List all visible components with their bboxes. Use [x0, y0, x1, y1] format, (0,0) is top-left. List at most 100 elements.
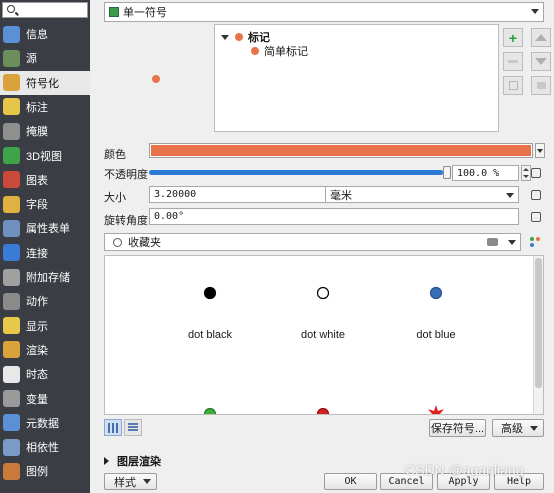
move-up-button[interactable]	[531, 28, 551, 47]
cube-3d-icon	[3, 147, 20, 164]
chevron-down-icon	[506, 193, 514, 198]
symbol-name: dot white	[300, 329, 346, 341]
sidebar-item-label: 图表	[26, 174, 48, 187]
sidebar-item-label: 图例	[26, 466, 48, 479]
sidebar-item-label: 渲染	[26, 344, 48, 357]
sidebar: 信息源符号化 标注掩膜 3D视图图表字段 属性表单 连接附加存储动作显示渲染时态变量元数…	[0, 0, 90, 493]
symbol-thumbnail[interactable]	[426, 283, 446, 303]
sidebar-item[interactable]: 动作	[0, 289, 90, 313]
sidebar-item[interactable]: 字段	[0, 192, 90, 216]
ok-button[interactable]: OK	[324, 473, 377, 490]
sidebar-item[interactable]: 相依性	[0, 435, 90, 459]
symbol-thumbnail[interactable]	[313, 404, 333, 415]
move-down-button[interactable]	[531, 52, 551, 71]
tree-child-item[interactable]: 简单标记	[251, 43, 308, 59]
style-manager-button[interactable]	[527, 234, 543, 250]
symbol-grid-scrollbar[interactable]	[533, 256, 543, 414]
sidebar-item[interactable]: 属性表单	[0, 216, 90, 240]
layer-rendering-label: 图层渲染	[117, 456, 161, 468]
sidebar-item[interactable]: 标注	[0, 95, 90, 119]
label-abc-icon	[3, 98, 20, 116]
data-defined-override-rotation[interactable]	[527, 209, 543, 225]
metadata-icon	[3, 414, 20, 432]
minus-icon	[508, 60, 518, 63]
remove-symbol-layer-button[interactable]	[503, 52, 523, 71]
source-icon	[3, 49, 20, 67]
sidebar-item[interactable]: 时态	[0, 362, 90, 386]
dependencies-icon	[3, 438, 20, 456]
fields-icon	[3, 195, 20, 213]
renderer-type-combo[interactable]: 单一符号	[104, 2, 544, 22]
sidebar-item[interactable]: 附加存储	[0, 265, 90, 289]
variable-icon	[3, 390, 20, 407]
sidebar-item[interactable]: 源	[0, 46, 90, 70]
sidebar-item[interactable]: 连接	[0, 241, 90, 265]
sidebar-item[interactable]: 掩膜	[0, 119, 90, 143]
style-button[interactable]: 样式	[104, 473, 157, 490]
sidebar-item[interactable]: 变量	[0, 387, 90, 411]
sidebar-item[interactable]: 图例	[0, 459, 90, 483]
sidebar-search-input[interactable]	[2, 2, 88, 18]
dot-marker	[203, 407, 217, 414]
data-defined-override-size[interactable]	[527, 187, 543, 203]
display-speech-icon	[3, 317, 20, 335]
dot-marker	[316, 407, 330, 414]
advanced-button[interactable]: 高级	[492, 419, 544, 437]
auxiliary-storage-icon	[3, 268, 20, 286]
grid-view-icon	[108, 422, 118, 433]
opacity-spinbox[interactable]: 100.0 %	[452, 165, 519, 181]
clear-icon[interactable]	[487, 238, 498, 246]
clock-icon	[3, 365, 20, 383]
symbol-thumbnail[interactable]	[313, 283, 333, 303]
sidebar-item[interactable]: 图表	[0, 168, 90, 192]
symbol-library-search[interactable]: 收藏夹	[104, 233, 521, 251]
save-symbol-button[interactable]: 保存符号...	[429, 419, 486, 437]
sidebar-item-label: 附加存储	[26, 272, 70, 284]
size-unit-value: 毫米	[330, 189, 352, 202]
duplicate-symbol-layer-button[interactable]	[503, 76, 523, 95]
star-marker	[428, 405, 444, 414]
sidebar-item[interactable]: 显示	[0, 314, 90, 338]
opacity-slider-handle[interactable]	[443, 166, 451, 179]
symbol-layer-tree[interactable]: 标记 简单标记	[214, 24, 499, 132]
symbol-thumbnail[interactable]	[200, 283, 220, 303]
arrow-up-icon	[535, 34, 547, 41]
symbol-thumbnail[interactable]	[200, 404, 220, 415]
renderer-type-label: 单一符号	[123, 7, 167, 19]
sidebar-item[interactable]: 3D视图	[0, 144, 90, 168]
dot-marker	[429, 286, 443, 300]
sidebar-item[interactable]: 元数据	[0, 411, 90, 435]
preview-marker	[152, 75, 160, 83]
sidebar-item-label: 显示	[26, 320, 48, 333]
sidebar-item-label: 源	[26, 53, 37, 66]
arrow-down-icon	[535, 58, 547, 65]
data-defined-icon	[531, 168, 541, 178]
symbology-panel: 单一符号 标记 简单标记 + 颜色 不透明度 100.0 % 大小 3.2000…	[90, 0, 554, 493]
sidebar-item-label: 动作	[26, 296, 48, 309]
chevron-down-icon	[143, 479, 151, 484]
scrollbar-thumb[interactable]	[535, 258, 542, 388]
sidebar-item[interactable]: 符号化	[0, 70, 90, 95]
icon-view-toggle[interactable]	[104, 419, 122, 436]
single-symbol-icon	[109, 7, 119, 17]
chevron-down-icon	[530, 426, 538, 431]
color-button[interactable]	[149, 143, 533, 158]
sidebar-item-label: 掩膜	[26, 126, 48, 139]
layer-rendering-group[interactable]: 图层渲染	[104, 453, 161, 469]
data-defined-override-opacity[interactable]	[527, 165, 543, 181]
sidebar-item[interactable]: 信息	[0, 22, 90, 46]
chevron-down-icon	[508, 240, 516, 245]
sidebar-item-label: 元数据	[26, 417, 59, 430]
add-symbol-layer-button[interactable]: +	[503, 28, 523, 47]
list-view-toggle[interactable]	[124, 419, 142, 436]
size-unit-combo[interactable]: 毫米	[325, 186, 519, 203]
lock-layer-button[interactable]	[531, 76, 551, 95]
sidebar-item-label: 变量	[26, 393, 48, 406]
simple-marker-dot-icon	[251, 47, 259, 55]
symbol-library-grid[interactable]: dot black dot white dot blue	[104, 255, 544, 415]
opacity-slider[interactable]	[149, 170, 449, 175]
sidebar-item[interactable]: 渲染	[0, 338, 90, 362]
rotation-spinbox[interactable]: 0.00°	[149, 208, 519, 225]
color-menu-button[interactable]	[535, 143, 545, 158]
symbol-thumbnail[interactable]	[426, 404, 446, 415]
